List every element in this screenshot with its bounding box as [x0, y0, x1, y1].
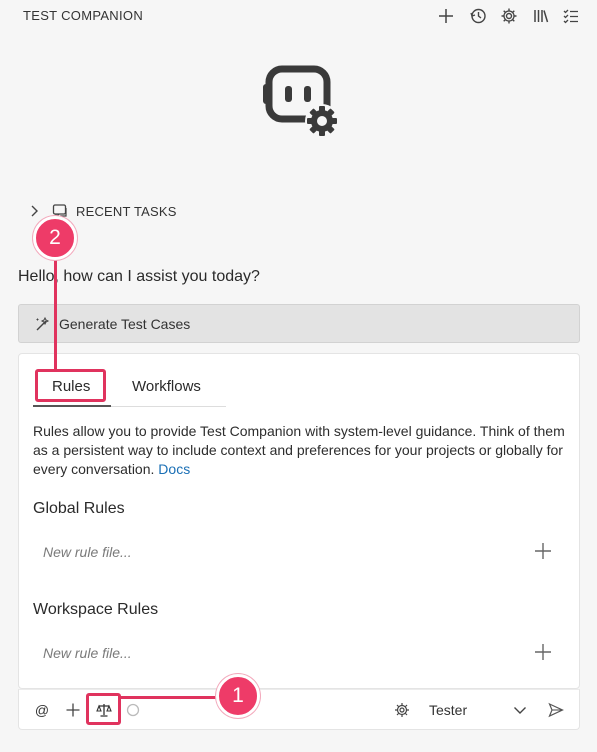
- history-icon[interactable]: [467, 5, 489, 27]
- generate-test-cases-button[interactable]: Generate Test Cases: [18, 304, 580, 343]
- send-icon[interactable]: [546, 700, 566, 720]
- gear-icon[interactable]: [393, 700, 411, 720]
- docs-link[interactable]: Docs: [158, 461, 190, 477]
- chevron-right-icon: [31, 205, 38, 217]
- app-title: TEST COMPANION: [23, 8, 144, 23]
- circle-icon[interactable]: [125, 700, 141, 720]
- plus-icon[interactable]: [435, 5, 457, 27]
- at-icon[interactable]: @: [34, 700, 50, 720]
- magic-wand-icon: [36, 316, 50, 330]
- chevron-down-icon[interactable]: [511, 700, 529, 720]
- annotation-badge-1: 1: [216, 674, 260, 718]
- library-icon[interactable]: [530, 5, 552, 27]
- workspace-rule-input[interactable]: New rule file...: [43, 645, 132, 661]
- rules-button-highlight: [86, 693, 121, 725]
- checklist-icon[interactable]: [560, 5, 582, 27]
- add-global-rule-button[interactable]: [533, 541, 553, 561]
- tab-active-indicator: [33, 405, 111, 407]
- annotation-connector-2: [54, 258, 57, 370]
- tab-workflows[interactable]: Workflows: [132, 378, 201, 395]
- rules-description-text: Rules allow you to provide Test Companio…: [33, 423, 565, 477]
- mode-select[interactable]: Tester: [429, 700, 473, 720]
- recent-tasks-label: RECENT TASKS: [76, 203, 177, 219]
- annotation-badge-2: 2: [33, 216, 77, 260]
- annotation-connector-1: [121, 696, 219, 699]
- generate-test-cases-label: Generate Test Cases: [59, 315, 191, 332]
- add-workspace-rule-button[interactable]: [533, 642, 553, 662]
- workspace-rules-title: Workspace Rules: [33, 601, 159, 618]
- header-bar: TEST COMPANION: [0, 0, 597, 32]
- gear-icon[interactable]: [498, 5, 520, 27]
- plus-icon[interactable]: [64, 700, 82, 720]
- rules-tab-highlight: [35, 369, 106, 402]
- rules-panel: Rules Workflows Rules allow you to provi…: [18, 353, 580, 689]
- global-rules-title: Global Rules: [33, 500, 125, 517]
- global-rule-input[interactable]: New rule file...: [43, 544, 132, 560]
- rules-description: Rules allow you to provide Test Companio…: [33, 422, 573, 479]
- robot-gear-icon: [262, 64, 342, 140]
